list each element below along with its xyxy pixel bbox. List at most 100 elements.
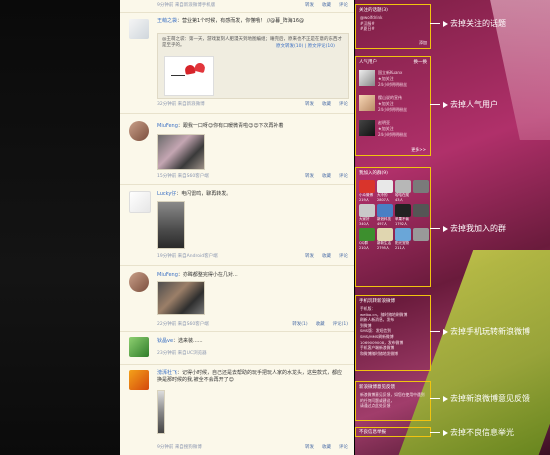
comment-button[interactable]: 评论(1) (333, 322, 348, 327)
group-icon[interactable] (395, 204, 411, 217)
original-forward-link[interactable]: 原文转发(10) (276, 44, 303, 49)
group-item[interactable]: QQ群 210人 (359, 228, 375, 250)
group-icon[interactable] (377, 228, 393, 241)
avatar[interactable] (359, 120, 375, 136)
post-time[interactable]: 32分钟前 (157, 102, 176, 107)
original-comment-link[interactable]: 原文评论(10) (308, 44, 335, 49)
hot-user-row[interactable]: 赵明亚 ★加关注 24小时明明粉丝 (359, 118, 427, 142)
group-icon[interactable] (359, 180, 375, 193)
favorite-button[interactable]: 收藏 (316, 322, 325, 327)
group-icon[interactable] (413, 180, 429, 193)
group-icon[interactable] (395, 228, 411, 241)
user-fans: 24小时明明粉丝 (378, 82, 408, 87)
hot-user-row[interactable]: 国立新Kuanx ★加关注 24小时明明粉丝 (359, 68, 427, 92)
forward-button[interactable]: 转发 (305, 174, 314, 179)
post-time[interactable]: 22分钟前 (157, 322, 176, 327)
comment-button[interactable]: 评论 (339, 102, 348, 107)
post-source[interactable]: 来自搜狗微博 (175, 445, 202, 450)
post-author[interactable]: MiuFeng (157, 123, 178, 129)
comment-button[interactable]: 评论 (339, 174, 348, 179)
post-author[interactable]: 钬晶ve (157, 338, 173, 344)
group-item[interactable]: 大冷的 2807人 (377, 180, 393, 202)
avatar[interactable] (129, 19, 149, 39)
group-icon[interactable] (377, 180, 393, 193)
report-link[interactable]: 不良信息举报 (356, 428, 430, 437)
post-author[interactable]: 王萌之袋 (157, 18, 177, 24)
feed-post: Lucky仔：电闪雷鸣，聊再转发。 19分钟前 来自Android客户端 转发 收… (120, 184, 354, 265)
group-item[interactable]: 哈哈在爬 43人 (395, 180, 411, 202)
group-item[interactable]: 新新生活 2795人 (377, 228, 393, 250)
group-name[interactable]: 新新生活 (377, 241, 393, 246)
post-image[interactable] (157, 134, 205, 170)
post-image[interactable] (157, 390, 165, 434)
group-item[interactable]: 苹果不偷 1792人 (395, 204, 411, 226)
group-icon[interactable] (359, 204, 375, 217)
post-author[interactable]: 滂湃杜飞 (157, 370, 177, 376)
avatar[interactable] (129, 121, 149, 141)
forward-image[interactable] (164, 56, 214, 96)
group-item[interactable] (413, 228, 429, 250)
avatar[interactable] (129, 191, 151, 213)
forward-button[interactable]: 转发 (305, 254, 314, 259)
forward-button[interactable]: 转发(1) (292, 322, 307, 327)
refresh-link[interactable]: 换一换 (414, 59, 428, 65)
group-item[interactable]: 小众微博 219人 (359, 180, 375, 202)
feedback-link[interactable]: 请通过点此处反馈 (360, 403, 430, 409)
post-image[interactable] (157, 281, 205, 315)
favorite-button[interactable]: 收藏 (322, 3, 331, 8)
post-source[interactable]: 来自新浪微博 (178, 102, 205, 107)
group-item[interactable] (413, 204, 429, 226)
group-name[interactable]: 阳光宠物 (395, 241, 411, 246)
favorite-button[interactable]: 收藏 (322, 174, 331, 179)
avatar[interactable] (359, 95, 375, 111)
post-time[interactable]: 19分钟前 (157, 254, 176, 259)
post-source[interactable]: 来自S60客户端 (178, 174, 209, 179)
comment-button[interactable]: 评论 (339, 3, 348, 8)
topics-add-link[interactable]: 添加 (419, 40, 427, 46)
post-source[interactable]: 来自UC浏览器 (178, 351, 207, 356)
favorite-button[interactable]: 收藏 (322, 254, 331, 259)
group-icon[interactable] (413, 228, 429, 241)
group-name[interactable]: 苹果不偷 (395, 217, 411, 222)
group-item[interactable]: 大家好 340人 (359, 204, 375, 226)
post-time[interactable]: 15分钟前 (157, 174, 176, 179)
forward-button[interactable]: 转发 (305, 3, 314, 8)
post-source[interactable]: 来自S60客户端 (178, 322, 209, 327)
forward-button[interactable]: 转发 (305, 102, 314, 107)
group-name[interactable]: 哈哈在爬 (395, 193, 411, 198)
avatar[interactable] (129, 272, 149, 292)
group-item[interactable]: 阳光宠物 211人 (395, 228, 411, 250)
favorite-button[interactable]: 收藏 (322, 445, 331, 450)
post-time[interactable]: 9分钟前 (157, 3, 173, 8)
group-item[interactable] (413, 180, 429, 202)
avatar[interactable] (129, 370, 149, 390)
post-source[interactable]: 来自Android客户端 (178, 254, 218, 259)
group-icon[interactable] (395, 180, 411, 193)
comment-button[interactable]: 评论 (339, 254, 348, 259)
post-author[interactable]: Lucky仔 (157, 191, 176, 197)
post-image[interactable] (157, 201, 185, 249)
topic-item[interactable]: #夏日# (360, 26, 430, 32)
avatar[interactable] (359, 70, 375, 86)
more-users-link[interactable]: 更多>> (411, 147, 426, 153)
favorite-button[interactable]: 收藏 (322, 102, 331, 107)
group-name[interactable]: 新浪科技 (377, 217, 393, 222)
post-author[interactable]: MiuFeng (157, 272, 178, 278)
hot-user-row[interactable]: 樱山说的宣伟 ★加关注 24小时明明粉丝 (359, 93, 427, 117)
post-time[interactable]: 23分钟前 (157, 351, 176, 356)
group-name[interactable]: 小众微博 (359, 193, 375, 198)
post-source[interactable]: 来自新浪微博手机版 (175, 3, 216, 8)
group-count: 2807人 (377, 197, 390, 202)
group-icon[interactable] (359, 228, 375, 241)
feed-post: MiuFeng：亦眸都整完得小在几对... 22分钟前 来自S60客户端 转发(… (120, 265, 354, 331)
group-count: 2795人 (377, 245, 390, 250)
group-item[interactable]: 新浪科技 497人 (377, 204, 393, 226)
avatar[interactable] (129, 337, 149, 357)
post-body: ：电闪雷鸣，聊再转发。 (176, 191, 232, 197)
comment-button[interactable]: 评论 (339, 445, 348, 450)
post-time[interactable]: 9分钟前 (157, 445, 173, 450)
group-icon[interactable] (377, 204, 393, 217)
group-icon[interactable] (413, 204, 429, 217)
forward-button[interactable]: 转发 (305, 445, 314, 450)
post-footer: 22分钟前 来自S60客户端 转发(1) 收藏 评论(1) (157, 321, 348, 329)
